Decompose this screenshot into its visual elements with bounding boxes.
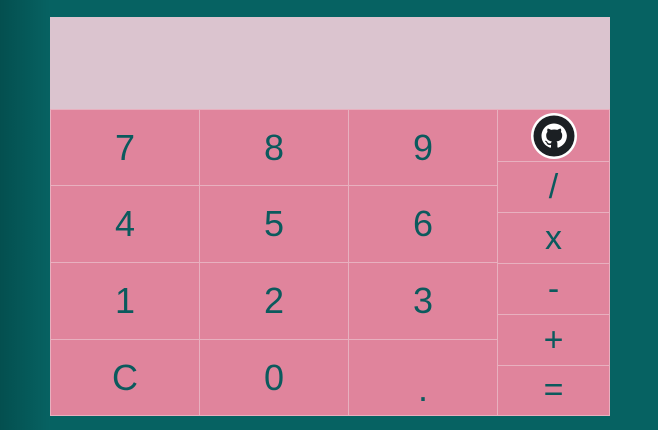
key-2[interactable]: 2 <box>199 262 349 340</box>
key-8[interactable]: 8 <box>199 109 349 186</box>
key-equals[interactable]: = <box>497 365 610 416</box>
key-divide[interactable]: / <box>497 161 610 213</box>
key-4[interactable]: 4 <box>50 185 200 263</box>
key-7[interactable]: 7 <box>50 109 200 186</box>
key-1[interactable]: 1 <box>50 262 200 340</box>
key-add[interactable]: + <box>497 314 610 366</box>
calculator: 7 8 9 4 5 6 1 2 3 C 0 . / x - + = <box>50 17 610 416</box>
key-multiply[interactable]: x <box>497 212 610 264</box>
key-subtract[interactable]: - <box>497 263 610 315</box>
key-0[interactable]: 0 <box>199 339 349 416</box>
key-9[interactable]: 9 <box>348 109 498 186</box>
calculator-display <box>50 17 610 109</box>
key-5[interactable]: 5 <box>199 185 349 263</box>
github-icon <box>530 112 577 159</box>
left-shadow <box>0 0 50 430</box>
github-link[interactable] <box>497 109 610 162</box>
key-decimal[interactable]: . <box>348 339 498 416</box>
key-clear[interactable]: C <box>50 339 200 416</box>
key-3[interactable]: 3 <box>348 262 498 340</box>
key-6[interactable]: 6 <box>348 185 498 263</box>
